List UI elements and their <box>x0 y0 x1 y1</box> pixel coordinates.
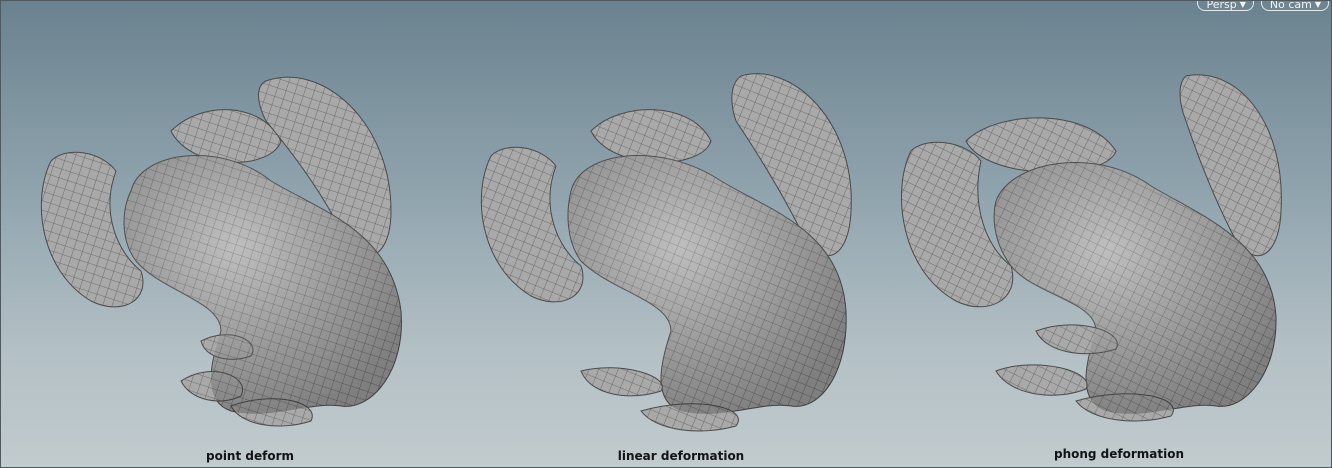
3d-viewport[interactable]: Persp ▼ No cam ▼ point deform linear def… <box>0 0 1332 468</box>
chevron-down-icon: ▼ <box>1314 0 1321 9</box>
model-label-point-deform: point deform <box>205 449 295 463</box>
mesh-shape-1 <box>40 76 402 427</box>
mesh-model-point-deform <box>21 61 441 451</box>
perspective-menu-label: Persp <box>1206 0 1237 11</box>
view-menus: Persp ▼ No cam ▼ <box>1197 0 1329 11</box>
camera-menu-label: No cam <box>1269 0 1312 11</box>
model-label-linear-deformation: linear deformation <box>617 449 745 463</box>
chevron-down-icon: ▼ <box>1239 0 1246 9</box>
mesh-model-phong-deformation <box>886 61 1306 451</box>
camera-menu-button[interactable]: No cam ▼ <box>1260 0 1329 11</box>
mesh-model-linear-deformation <box>461 61 881 451</box>
mesh-shape-3 <box>901 74 1282 422</box>
mesh-shape-2 <box>480 73 852 432</box>
perspective-menu-button[interactable]: Persp ▼ <box>1197 0 1254 11</box>
model-label-phong-deformation: phong deformation <box>1053 447 1185 461</box>
